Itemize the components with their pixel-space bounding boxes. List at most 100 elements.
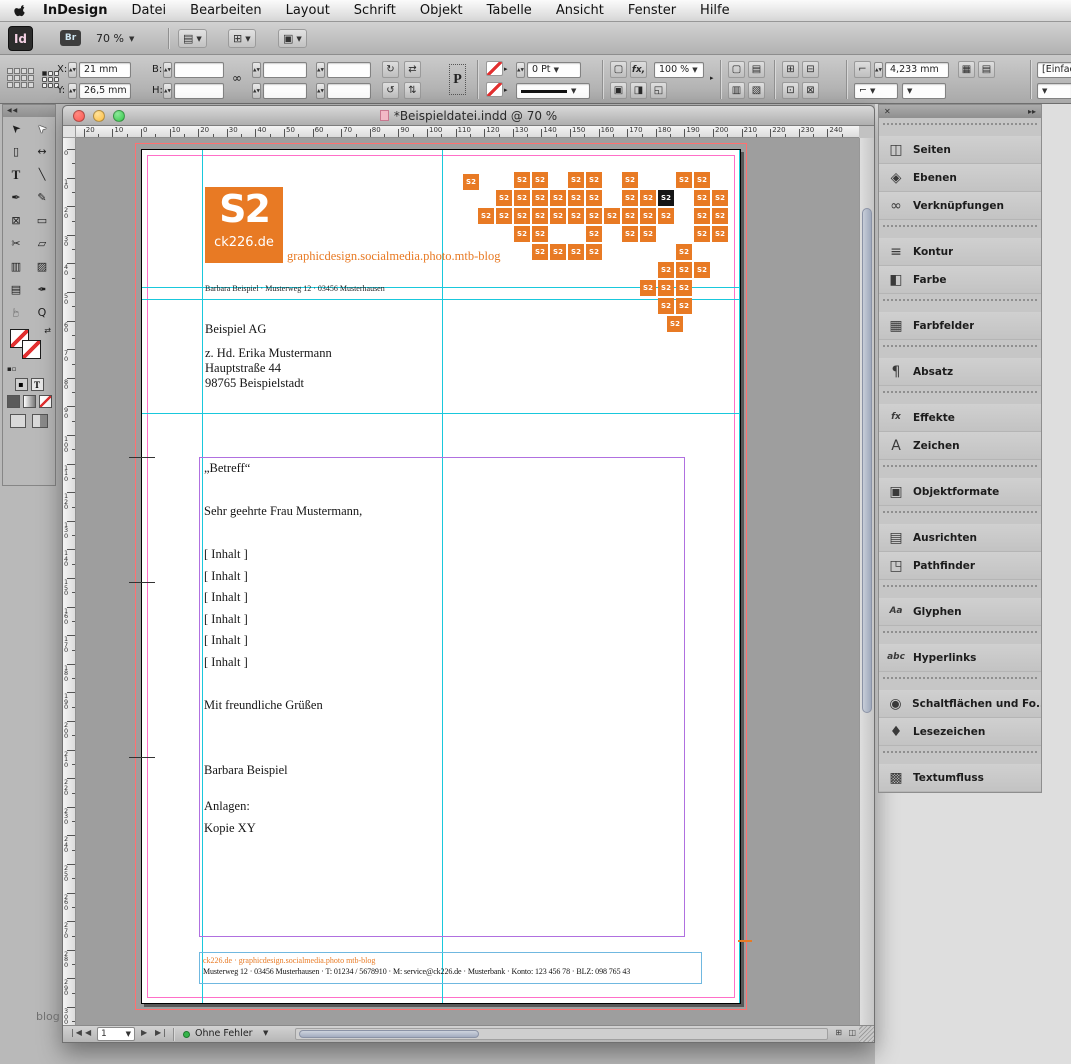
swap-fill-stroke-icon[interactable]: ⇄ <box>44 326 51 335</box>
selection-tool[interactable]: ➤ <box>3 117 29 140</box>
next-page-button[interactable]: ▶ <box>141 1028 147 1037</box>
page-tool[interactable]: ▯ <box>3 140 29 163</box>
apply-color-button[interactable] <box>7 395 20 408</box>
gap-tool[interactable]: ↔ <box>29 140 55 163</box>
preflight-label[interactable]: Ohne Fehler <box>195 1028 253 1039</box>
text-wrap-bounding-button[interactable]: ▤ <box>748 61 765 78</box>
menu-fenster[interactable]: Fenster <box>628 3 676 18</box>
ruler-corner[interactable] <box>63 126 76 138</box>
panel-button-verknüpfungen[interactable]: ∞Verknüpfungen <box>879 192 1041 220</box>
direct-selection-tool[interactable]: ➤ <box>29 117 55 140</box>
panel-button-glyphen[interactable]: AaGlyphen <box>879 598 1041 626</box>
corner-shape-dropdown[interactable]: ⌐ ▼ <box>854 83 898 99</box>
eyedropper-tool[interactable]: ✒ <box>29 278 55 301</box>
center-content-button[interactable]: ⊡ <box>782 82 799 99</box>
x-stepper[interactable]: ▲▼ <box>68 62 77 78</box>
y-field[interactable]: 26,5 mm <box>79 83 131 99</box>
object-style-dropdown[interactable]: [Einfach <box>1037 62 1071 78</box>
pasteboard[interactable]: S2 ck226.de graphicdesign.socialmedia.ph… <box>76 138 859 1025</box>
horizontal-scrollbar[interactable] <box>295 1028 828 1040</box>
panel-button-zeichen[interactable]: AZeichen <box>879 432 1041 460</box>
menu-schrift[interactable]: Schrift <box>354 3 396 18</box>
panel-button-lesezeichen[interactable]: ♦Lesezeichen <box>879 718 1041 746</box>
stroke-proxy-swatch[interactable] <box>22 340 41 359</box>
rectangle-frame-tool[interactable]: ⊠ <box>3 209 29 232</box>
free-transform-tool[interactable]: ▱ <box>29 232 55 255</box>
split-view-button[interactable]: ⊞ <box>835 1028 842 1037</box>
screen-mode-dropdown[interactable]: ▣▼ <box>278 29 307 48</box>
panel-button-kontur[interactable]: ≡Kontur <box>879 238 1041 266</box>
panel-button-ausrichten[interactable]: ▤Ausrichten <box>879 524 1041 552</box>
menu-tabelle[interactable]: Tabelle <box>487 3 532 18</box>
height-stepper[interactable]: ▲▼ <box>163 83 172 99</box>
formatting-affects-text-button[interactable]: T <box>31 378 44 391</box>
select-content-button[interactable]: ▤ <box>978 61 995 78</box>
effects-menu-button[interactable]: fx, <box>630 61 647 78</box>
panel-button-schaltflächen-und-fo[interactable]: ◉Schaltflächen und Fo... <box>879 690 1041 718</box>
select-container-button[interactable]: ▦ <box>958 61 975 78</box>
shear-stepper[interactable]: ▲▼ <box>316 83 325 99</box>
menu-layout[interactable]: Layout <box>286 3 330 18</box>
text-wrap-object-button[interactable]: ▥ <box>728 82 745 99</box>
constrain-proportions-icon[interactable]: ∞ <box>232 71 242 85</box>
rectangle-tool[interactable]: ▭ <box>29 209 55 232</box>
shear-angle-field[interactable] <box>327 83 371 99</box>
dock-collapse-button[interactable]: ▸▸ <box>1028 107 1036 116</box>
menu-bearbeiten[interactable]: Bearbeiten <box>190 3 261 18</box>
flyout-arrow-icon[interactable]: ▸ <box>504 86 508 94</box>
default-fill-stroke-icon[interactable]: ▪▫ <box>7 365 17 373</box>
transparency-button[interactable]: ◨ <box>630 82 647 99</box>
page[interactable]: S2 ck226.de graphicdesign.socialmedia.ph… <box>141 149 741 1004</box>
apply-none-button[interactable] <box>39 395 52 408</box>
stroke-color-swatch[interactable] <box>486 82 503 97</box>
rotate-ccw-button[interactable]: ↺ <box>382 82 399 99</box>
panel-button-ebenen[interactable]: ◈Ebenen <box>879 164 1041 192</box>
stroke-weight-stepper[interactable]: ▲▼ <box>516 62 525 78</box>
layout-view-button[interactable]: ◫ <box>848 1028 856 1037</box>
previous-page-button[interactable]: ◀ <box>85 1028 91 1037</box>
footer-frame[interactable]: ck226.de · graphicdesign.socialmedia.pho… <box>199 952 702 984</box>
tools-panel-collapse[interactable]: ◀◀ <box>3 105 55 117</box>
panel-button-hyperlinks[interactable]: abcHyperlinks <box>879 644 1041 672</box>
row-guide[interactable] <box>142 413 740 414</box>
zoom-level-dropdown[interactable]: 70 % ▼ <box>96 30 134 47</box>
window-resize-grip[interactable] <box>859 1026 874 1042</box>
body-text-frame[interactable]: „Betreff“ Sehr geehrte Frau Mustermann, … <box>199 457 685 937</box>
panel-button-objektformate[interactable]: ▣Objektformate <box>879 478 1041 506</box>
apply-gradient-button[interactable] <box>23 395 36 408</box>
horizontal-scrollbar-thumb[interactable] <box>299 1030 479 1038</box>
menu-ansicht[interactable]: Ansicht <box>556 3 604 18</box>
fit-content-button[interactable]: ⊞ <box>782 61 799 78</box>
object-style-caret[interactable]: ▼ <box>1037 83 1071 99</box>
scale-x-stepper[interactable]: ▲▼ <box>252 62 261 78</box>
row-guide[interactable] <box>142 299 740 300</box>
apple-menu-icon[interactable] <box>14 3 27 18</box>
pencil-tool[interactable]: ✎ <box>29 186 55 209</box>
panel-button-effekte[interactable]: fxEffekte <box>879 404 1041 432</box>
bridge-button[interactable]: Br <box>60 30 81 46</box>
column-guide[interactable] <box>739 150 740 1003</box>
menu-datei[interactable]: Datei <box>131 3 166 18</box>
gradient-feather-tool[interactable]: ▨ <box>29 255 55 278</box>
y-stepper[interactable]: ▲▼ <box>68 83 77 99</box>
note-tool[interactable]: ▤ <box>3 278 29 301</box>
fill-color-swatch[interactable] <box>486 61 503 76</box>
menu-hilfe[interactable]: Hilfe <box>700 3 730 18</box>
flyout-arrow-icon[interactable]: ▸ <box>504 65 508 73</box>
gradient-swatch-tool[interactable]: ▥ <box>3 255 29 278</box>
panel-button-textumfluss[interactable]: ▩Textumfluss <box>879 764 1041 792</box>
text-wrap-jump-button[interactable]: ▧ <box>748 82 765 99</box>
corner-radius-stepper[interactable]: ▲▼ <box>874 62 883 78</box>
stroke-style-dropdown[interactable]: ▼ <box>516 83 590 99</box>
scale-y-field[interactable] <box>263 83 307 99</box>
drop-shadow-button[interactable]: ▣ <box>610 82 627 99</box>
flyout-arrow-icon[interactable]: ▸ <box>710 74 714 82</box>
corner-options-icon[interactable]: ⌐ <box>854 61 871 78</box>
pen-tool[interactable]: ✒ <box>3 186 29 209</box>
v-ruler[interactable]: 01 02 03 04 05 06 07 08 09 01 0 01 1 01 … <box>63 138 76 1025</box>
menu-indesign[interactable]: InDesign <box>43 3 107 18</box>
normal-view-button[interactable] <box>10 414 26 428</box>
vertical-scrollbar[interactable] <box>859 138 874 1025</box>
page-number-dropdown[interactable]: 1▼ <box>97 1027 135 1041</box>
panel-button-farbfelder[interactable]: ▦Farbfelder <box>879 312 1041 340</box>
